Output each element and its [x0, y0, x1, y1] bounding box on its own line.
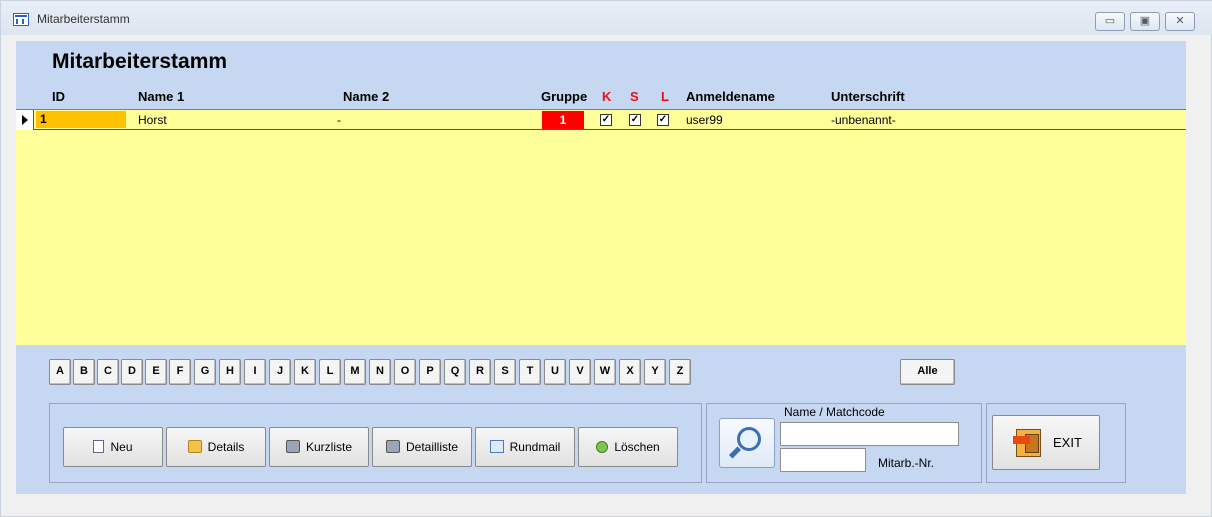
unterschrift-cell[interactable]: -unbenannt-	[831, 113, 896, 127]
matchcode-input[interactable]	[780, 422, 959, 446]
letter-button-x[interactable]: X	[619, 359, 641, 385]
column-name-2: Name 2	[343, 89, 390, 104]
name-2-cell[interactable]: -	[337, 113, 341, 127]
column-unterschrift: Unterschrift	[831, 89, 905, 104]
table-row[interactable]: 1 Horst - 1 ✓ ✓ ✓ user99 -unbenannt-	[16, 110, 1186, 130]
letter-button-a[interactable]: A	[49, 359, 71, 385]
letter-button-k[interactable]: K	[294, 359, 316, 385]
letter-button-s[interactable]: S	[494, 359, 516, 385]
matchcode-label: Name / Matchcode	[784, 405, 885, 419]
letter-button-r[interactable]: R	[469, 359, 491, 385]
record-selector[interactable]	[16, 110, 34, 130]
delete-button-label: Löschen	[614, 440, 660, 454]
letter-button-c[interactable]: C	[97, 359, 119, 385]
short-list-label: Kurzliste	[305, 440, 352, 454]
l-checkbox[interactable]: ✓	[657, 114, 669, 126]
letter-button-u[interactable]: U	[544, 359, 566, 385]
mail-button[interactable]: Rundmail	[475, 427, 575, 467]
details-button-label: Details	[207, 440, 245, 454]
column-name-1: Name 1	[138, 89, 185, 104]
new-button-label: Neu	[110, 440, 133, 454]
folder-icon	[187, 440, 202, 454]
letter-button-w[interactable]: W	[594, 359, 616, 385]
magnifier-icon	[737, 427, 761, 451]
letter-button-z[interactable]: Z	[669, 359, 691, 385]
employee-number-input[interactable]	[780, 448, 866, 472]
letter-button-t[interactable]: T	[519, 359, 541, 385]
exit-button[interactable]: EXIT	[992, 415, 1100, 470]
printer-icon	[385, 440, 400, 454]
anmeldename-cell[interactable]: user99	[686, 113, 723, 127]
detail-list-label: Detailliste	[405, 440, 459, 454]
employee-grid: 1 Horst - 1 ✓ ✓ ✓ user99 -unbenannt-	[16, 109, 1186, 345]
letter-button-v[interactable]: V	[569, 359, 591, 385]
letter-button-l[interactable]: L	[319, 359, 341, 385]
window-icon	[13, 13, 29, 26]
column-id: ID	[52, 89, 65, 104]
email-icon	[489, 440, 504, 454]
mail-button-label: Rundmail	[509, 440, 561, 454]
column-s: S	[630, 89, 639, 104]
restore-button[interactable]: ▣	[1130, 12, 1160, 31]
column-k: K	[602, 89, 612, 104]
minimize-button[interactable]: ▭	[1095, 12, 1125, 31]
letter-button-q[interactable]: Q	[444, 359, 466, 385]
letter-button-e[interactable]: E	[145, 359, 167, 385]
column-anmeldename: Anmeldename	[686, 89, 775, 104]
close-button[interactable]: ✕	[1165, 12, 1195, 31]
letter-button-j[interactable]: J	[269, 359, 291, 385]
letter-button-o[interactable]: O	[394, 359, 416, 385]
letter-button-p[interactable]: P	[419, 359, 441, 385]
details-button[interactable]: Details	[166, 427, 266, 467]
letter-button-d[interactable]: D	[121, 359, 143, 385]
name-1-cell[interactable]: Horst	[138, 113, 167, 127]
printer-icon	[285, 440, 300, 454]
k-checkbox[interactable]: ✓	[600, 114, 612, 126]
short-list-button[interactable]: Kurzliste	[269, 427, 369, 467]
detail-list-button[interactable]: Detailliste	[372, 427, 472, 467]
title-bar[interactable]: Mitarbeiterstamm ▭ ▣ ✕	[1, 1, 1212, 35]
new-document-icon	[93, 440, 105, 454]
all-button[interactable]: Alle	[900, 359, 955, 385]
letter-button-n[interactable]: N	[369, 359, 391, 385]
gruppe-cell[interactable]: 1	[542, 111, 584, 129]
letter-button-b[interactable]: B	[73, 359, 95, 385]
exit-label: EXIT	[1053, 435, 1082, 450]
new-button[interactable]: Neu	[63, 427, 163, 467]
letter-button-y[interactable]: Y	[644, 359, 666, 385]
window-title: Mitarbeiterstamm	[37, 12, 130, 26]
main-window: Mitarbeiterstamm ▭ ▣ ✕ Mitarbeiterstamm …	[0, 0, 1212, 517]
form-title: Mitarbeiterstamm	[52, 50, 228, 73]
column-l: L	[661, 89, 669, 104]
letter-button-h[interactable]: H	[219, 359, 241, 385]
letter-button-i[interactable]: I	[244, 359, 266, 385]
delete-button[interactable]: Löschen	[578, 427, 678, 467]
employee-form: Mitarbeiterstamm ID Name 1 Name 2 Gruppe…	[16, 41, 1186, 494]
s-checkbox[interactable]: ✓	[629, 114, 641, 126]
letter-button-m[interactable]: M	[344, 359, 366, 385]
vertical-scrollbar[interactable]	[1191, 41, 1206, 494]
delete-icon	[596, 440, 609, 453]
letter-button-g[interactable]: G	[194, 359, 216, 385]
id-cell[interactable]: 1	[36, 111, 126, 128]
employee-number-label: Mitarb.-Nr.	[878, 456, 935, 470]
letter-button-f[interactable]: F	[169, 359, 191, 385]
column-gruppe: Gruppe	[541, 89, 588, 104]
search-button[interactable]	[719, 418, 775, 468]
